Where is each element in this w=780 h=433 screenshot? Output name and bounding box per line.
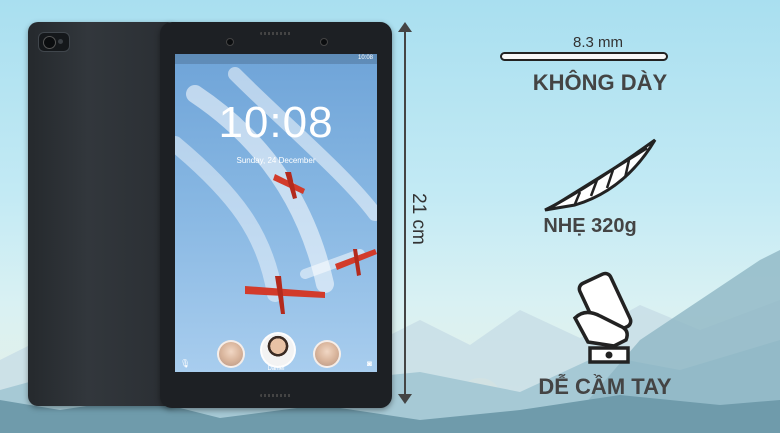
front-sensor: [320, 38, 328, 46]
thickness-value: 8.3 mm: [572, 34, 623, 51]
thickness-bar: [500, 52, 668, 61]
weight-label: NHẸ 320g: [543, 215, 637, 237]
lock-screen-clock: 10:08: [218, 98, 334, 147]
height-dimension-line: [404, 28, 406, 400]
rear-camera: [38, 32, 70, 52]
user-avatar-main[interactable]: [260, 332, 296, 368]
user-name: Daniel: [267, 366, 285, 372]
thickness-label: KHÔNG DÀY: [532, 70, 668, 95]
arrow-up-icon: [398, 22, 412, 32]
user-avatar-left[interactable]: [217, 340, 245, 368]
height-label: 21 cm: [408, 193, 429, 245]
tablet-front: 10:08 10:08 Sunday, 24 December Daniel 🎙…: [160, 22, 392, 408]
grip-label: DỄ CẦM TAY: [538, 374, 672, 399]
feather-icon: [544, 138, 657, 212]
arrow-down-icon: [398, 394, 412, 404]
top-speaker: [260, 32, 292, 35]
red-airplane-2: [245, 276, 325, 314]
tablet-screen: 10:08 10:08 Sunday, 24 December Daniel 🎙…: [175, 54, 377, 372]
lock-screen-date: Sunday, 24 December: [236, 156, 316, 165]
red-airplane-3: [335, 249, 377, 276]
bottom-speaker: [260, 394, 292, 397]
front-camera: [226, 38, 234, 46]
tablet-back: [28, 22, 178, 406]
microphone-icon[interactable]: 🎙: [180, 359, 190, 368]
hand-holding-phone-icon: [572, 271, 633, 364]
user-avatar-right[interactable]: [313, 340, 341, 368]
camera-icon[interactable]: ◙: [367, 359, 372, 368]
